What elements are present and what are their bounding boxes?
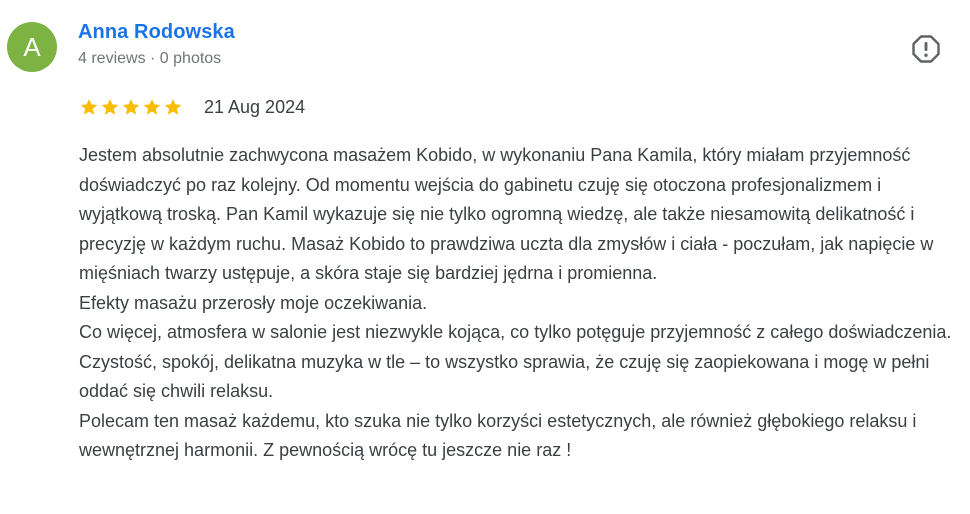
review-text: Jestem absolutnie zachwycona masażem Kob… bbox=[79, 141, 964, 466]
avatar-initial: A bbox=[23, 31, 41, 62]
star-rating bbox=[79, 97, 184, 117]
review-paragraph: Efekty masażu przerosły moje oczekiwania… bbox=[79, 292, 428, 313]
review-card: A Anna Rodowska 4 reviews · 0 photos 21 … bbox=[0, 0, 970, 514]
author-info: Anna Rodowska 4 reviews · 0 photos bbox=[78, 20, 235, 71]
review-date: 21 Aug 2024 bbox=[204, 97, 306, 117]
review-paragraph: Polecam ten masaż każdemu, kto szuka nie… bbox=[79, 410, 917, 461]
star-icon bbox=[164, 99, 182, 115]
star-icon bbox=[101, 99, 119, 115]
report-button[interactable] bbox=[910, 33, 942, 65]
star-icon bbox=[143, 99, 161, 115]
rating-row: 21 Aug 2024 bbox=[79, 95, 305, 119]
star-icon bbox=[80, 99, 98, 115]
avatar[interactable]: A bbox=[7, 22, 57, 72]
review-paragraph: Co więcej, atmosfera w salonie jest niez… bbox=[79, 322, 952, 401]
author-meta: 4 reviews · 0 photos bbox=[78, 50, 222, 67]
author-name-link[interactable]: Anna Rodowska bbox=[78, 20, 235, 44]
review-paragraph: Jestem absolutnie zachwycona masażem Kob… bbox=[79, 145, 934, 283]
report-exclamation-octagon-icon bbox=[912, 35, 940, 63]
star-icon bbox=[122, 99, 140, 115]
